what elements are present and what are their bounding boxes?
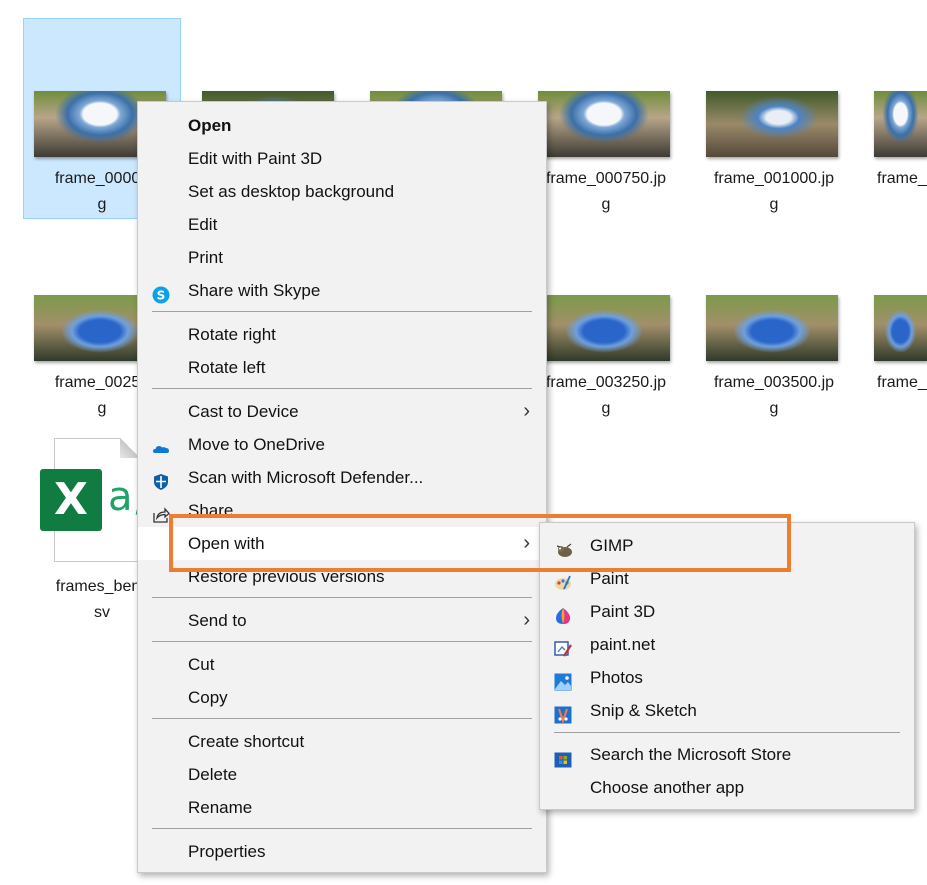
share-icon	[152, 502, 170, 523]
menu-item-rotate-left[interactable]: Rotate left	[138, 351, 546, 384]
defender-shield-icon	[152, 469, 170, 490]
skype-icon: S	[152, 282, 170, 304]
file-thumbnail[interactable]	[706, 91, 838, 157]
menu-item-edit[interactable]: Edit	[138, 208, 546, 241]
highlight-box-annotation	[169, 514, 791, 572]
menu-item-open[interactable]: Open	[138, 109, 546, 142]
file-thumbnail[interactable]	[874, 91, 927, 157]
file-item-frame-000750[interactable]: frame_000750.jp g	[527, 166, 685, 218]
file-thumbnail[interactable]	[538, 91, 670, 157]
chevron-right-icon: ›	[523, 609, 530, 631]
submenu-item-paint-3d[interactable]: Paint 3D	[540, 595, 914, 628]
menu-item-cast-to-device[interactable]: Cast to Device ›	[138, 395, 546, 428]
onedrive-icon	[152, 436, 170, 454]
excel-x-badge: X	[40, 469, 102, 531]
menu-item-move-to-onedrive[interactable]: Move to OneDrive	[138, 428, 546, 461]
file-item-frame-003250[interactable]: frame_003250.jp g	[527, 370, 685, 422]
file-item-frame-partial-2[interactable]: frame_	[863, 370, 927, 396]
menu-separator	[152, 388, 532, 389]
submenu-separator	[554, 732, 900, 733]
menu-item-copy[interactable]: Copy	[138, 681, 546, 714]
photos-icon	[554, 669, 572, 691]
menu-item-create-shortcut[interactable]: Create shortcut	[138, 725, 546, 758]
menu-item-rotate-right[interactable]: Rotate right	[138, 318, 546, 351]
menu-separator	[152, 718, 532, 719]
menu-item-properties[interactable]: Properties	[138, 835, 546, 868]
paint-icon	[554, 570, 572, 590]
menu-item-rename[interactable]: Rename	[138, 791, 546, 824]
file-thumbnail[interactable]	[874, 295, 927, 361]
submenu-item-paint-net[interactable]: paint.net	[540, 628, 914, 661]
menu-separator	[152, 597, 532, 598]
menu-item-scan-with-defender[interactable]: Scan with Microsoft Defender...	[138, 461, 546, 494]
menu-item-set-desktop-background[interactable]: Set as desktop background	[138, 175, 546, 208]
context-menu: Open Edit with Paint 3D Set as desktop b…	[137, 101, 547, 873]
paintnet-icon	[554, 636, 572, 657]
microsoft-store-icon	[554, 746, 572, 768]
submenu-item-choose-another-app[interactable]: Choose another app	[540, 771, 914, 804]
snip-sketch-icon	[554, 702, 572, 725]
menu-item-share-with-skype[interactable]: S Share with Skype	[138, 274, 546, 307]
file-item-frame-003500[interactable]: frame_003500.jp g	[695, 370, 853, 422]
menu-separator	[152, 828, 532, 829]
menu-separator	[152, 311, 532, 312]
menu-item-print[interactable]: Print	[138, 241, 546, 274]
paint3d-icon	[554, 603, 572, 624]
file-item-frame-partial[interactable]: frame_	[863, 166, 927, 192]
file-thumbnail[interactable]	[706, 295, 838, 361]
chevron-right-icon: ›	[523, 400, 530, 422]
menu-separator	[152, 641, 532, 642]
submenu-item-search-store[interactable]: Search the Microsoft Store	[540, 738, 914, 771]
menu-item-send-to[interactable]: Send to ›	[138, 604, 546, 637]
menu-item-edit-with-paint-3d[interactable]: Edit with Paint 3D	[138, 142, 546, 175]
file-thumbnail[interactable]	[538, 295, 670, 361]
menu-item-delete[interactable]: Delete	[138, 758, 546, 791]
svg-text:S: S	[157, 289, 166, 303]
file-item-frame-001000[interactable]: frame_001000.jp g	[695, 166, 853, 218]
menu-item-cut[interactable]: Cut	[138, 648, 546, 681]
submenu-item-photos[interactable]: Photos	[540, 661, 914, 694]
submenu-item-snip-sketch[interactable]: Snip & Sketch	[540, 694, 914, 727]
